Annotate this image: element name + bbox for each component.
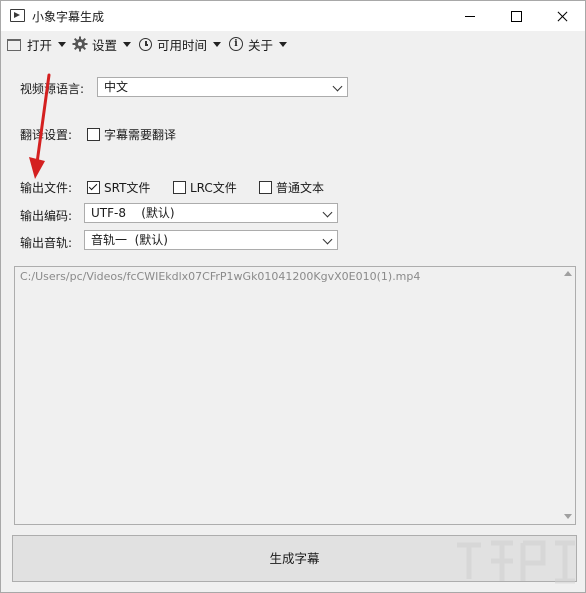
audio-track-label: 输出音轨: [20, 236, 73, 250]
menu-available-time-label: 可用时间 [157, 37, 208, 53]
menu-open[interactable]: 打开 [7, 35, 67, 53]
source-language-select[interactable]: 中文 [97, 77, 348, 97]
menu-bar: 打开 设置 可用时间 i 关于 [1, 31, 585, 55]
chevron-down-icon [279, 41, 288, 47]
encoding-select[interactable]: UTF-8 (默认) [84, 203, 338, 223]
minimize-button[interactable] [447, 1, 493, 31]
gear-icon [72, 36, 88, 52]
source-language-value: 中文 [104, 80, 129, 94]
menu-available-time[interactable]: 可用时间 [139, 35, 222, 53]
red-arrow-annotation-icon [29, 73, 51, 179]
folder-icon [7, 39, 21, 51]
chevron-down-icon [58, 41, 67, 47]
lrc-checkbox[interactable]: LRC文件 [173, 179, 237, 196]
txt-checkbox-label: 普通文本 [276, 181, 325, 195]
title-bar: 小象字幕生成 [1, 1, 585, 31]
encoding-value: UTF-8 (默认) [91, 206, 175, 220]
file-list-item[interactable]: C:/Users/pc/Videos/fcCWIEkdlx07CFrP1wGk0… [20, 270, 420, 283]
app-window: 小象字幕生成 打开 设置 可用时间 i 关于 视频源语言: 中文 翻译设置: 字… [0, 0, 586, 593]
menu-about[interactable]: i 关于 [229, 35, 288, 53]
checkbox-box [173, 181, 186, 194]
clock-icon [139, 37, 152, 51]
checkbox-box [87, 128, 100, 141]
audio-track-value: 音轨一 (默认) [91, 233, 168, 247]
translate-checkbox-label: 字幕需要翻译 [104, 128, 177, 142]
chevron-down-icon [322, 207, 333, 218]
translate-checkbox[interactable]: 字幕需要翻译 [87, 126, 176, 143]
window-title: 小象字幕生成 [32, 10, 105, 24]
checkbox-box [259, 181, 272, 194]
maximize-button[interactable] [493, 1, 539, 31]
encoding-label: 输出编码: [20, 209, 73, 223]
chevron-down-icon [332, 81, 343, 92]
file-list[interactable]: C:/Users/pc/Videos/fcCWIEkdlx07CFrP1wGk0… [14, 266, 576, 525]
srt-checkbox-label: SRT文件 [104, 181, 151, 195]
menu-about-label: 关于 [248, 37, 274, 53]
chevron-down-icon [213, 41, 222, 47]
checkbox-box-checked [87, 181, 100, 194]
app-icon [10, 9, 25, 22]
close-button[interactable] [539, 1, 585, 31]
chevron-down-icon [322, 234, 333, 245]
menu-settings[interactable]: 设置 [72, 35, 132, 53]
srt-checkbox[interactable]: SRT文件 [87, 179, 150, 196]
chevron-down-icon [123, 41, 132, 47]
scroll-down-arrow-icon[interactable] [564, 514, 572, 519]
download-site-watermark-logo [457, 540, 575, 584]
txt-checkbox[interactable]: 普通文本 [259, 179, 324, 196]
menu-settings-label: 设置 [92, 37, 118, 53]
info-icon: i [229, 37, 243, 51]
lrc-checkbox-label: LRC文件 [190, 181, 237, 195]
menu-open-label: 打开 [27, 37, 53, 53]
audio-track-select[interactable]: 音轨一 (默认) [84, 230, 338, 250]
scroll-up-arrow-icon[interactable] [564, 271, 572, 276]
